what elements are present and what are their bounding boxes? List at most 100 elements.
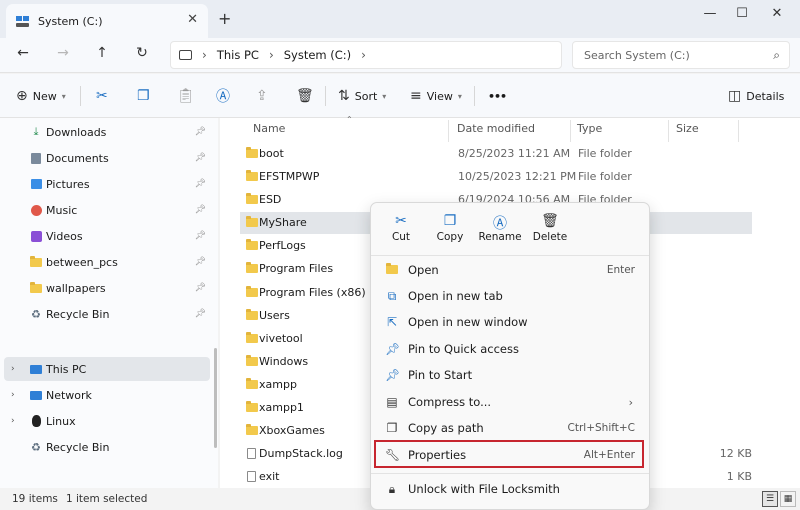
sidebar-item-label: Documents [46, 151, 109, 165]
more-options-button[interactable]: ••• [488, 86, 507, 106]
network-icon [30, 389, 42, 401]
share-icon: ⇪ [256, 88, 268, 104]
title-bar: System (C:) ✕ + — ☐ ✕ [0, 0, 800, 38]
menu-item-open-new-tab[interactable]: ⧉ Open in new tab [375, 283, 645, 309]
tab-system-c[interactable]: System (C:) ✕ [6, 4, 208, 38]
rename-button[interactable]: Ⓐ [216, 86, 230, 106]
cut-button[interactable]: ✂ [96, 86, 108, 106]
quick-action-label: Delete [532, 231, 568, 243]
sidebar-item-linux[interactable]: › Linux [0, 409, 212, 433]
menu-item-open-new-window[interactable]: ⇱ Open in new window [375, 309, 645, 335]
context-rename-button[interactable]: Ⓐ Rename [473, 213, 527, 249]
view-icon: ≡ [410, 88, 422, 104]
sort-label: Sort [354, 89, 378, 103]
open-external-icon: ⇱ [386, 315, 398, 329]
table-row[interactable]: boot 8/25/2023 11:21 AM File folder [240, 143, 752, 165]
refresh-button[interactable]: ↻ [131, 45, 153, 65]
quick-action-label: Cut [391, 231, 411, 243]
breadcrumb-this-pc[interactable]: This PC [217, 48, 259, 62]
search-input[interactable]: Search System (C:) ⌕ [572, 41, 790, 69]
menu-item-compress[interactable]: ▤ Compress to... › [375, 389, 645, 415]
menu-item-label: Unlock with File Locksmith [408, 482, 560, 496]
column-divider[interactable] [448, 120, 449, 142]
sort-button[interactable]: ⇅ Sort ▾ [338, 86, 386, 106]
sidebar-item-recycle-bin-2[interactable]: ♻ Recycle Bin [0, 435, 212, 459]
paste-button[interactable]: 📋︎ [177, 86, 195, 106]
sidebar-item-label: Downloads [46, 125, 107, 139]
sidebar-item-this-pc[interactable]: › This PC [4, 357, 210, 381]
folder-icon [246, 332, 258, 343]
column-divider[interactable] [570, 120, 571, 142]
sidebar-item-wallpapers[interactable]: wallpapers 📌︎ [0, 276, 212, 300]
new-tab-button[interactable]: + [218, 9, 231, 28]
rename-icon: Ⓐ [493, 216, 507, 232]
file-name: MyShare [259, 216, 307, 229]
share-button[interactable]: ⇪ [256, 86, 268, 106]
up-button[interactable]: ↑ [91, 45, 113, 65]
menu-item-label: Pin to Quick access [408, 342, 519, 356]
chevron-right-icon[interactable]: › [11, 390, 15, 400]
breadcrumb-separator-icon[interactable]: › [361, 48, 366, 62]
menu-item-pin-quick-access[interactable]: 📌︎ Pin to Quick access [375, 336, 645, 362]
view-button[interactable]: ≡ View ▾ [410, 86, 462, 106]
close-window-button[interactable]: ✕ [762, 6, 792, 26]
clipboard-icon: 📋︎ [177, 88, 195, 104]
download-icon: ⤓ [33, 125, 39, 138]
details-view-icon[interactable]: ☰ [762, 491, 778, 507]
sidebar-item-pictures[interactable]: Pictures 📌︎ [0, 172, 212, 196]
sidebar-item-music[interactable]: Music 📌︎ [0, 198, 212, 222]
chevron-right-icon[interactable]: › [11, 416, 15, 426]
folder-icon [246, 193, 258, 204]
sidebar-item-downloads[interactable]: ⤓ Downloads 📌︎ [0, 120, 212, 144]
file-name: ESD [259, 193, 282, 206]
back-button[interactable]: ← [12, 45, 34, 65]
copy-icon: ❐ [137, 88, 150, 104]
sidebar-item-network[interactable]: › Network [0, 383, 212, 407]
breadcrumb-system-c[interactable]: System (C:) [284, 48, 351, 62]
delete-button[interactable]: 🗑︎ [296, 86, 314, 106]
maximize-button[interactable]: ☐ [727, 6, 757, 26]
file-name: Windows [259, 355, 309, 368]
copy-path-icon: ❐ [386, 421, 398, 435]
column-divider[interactable] [738, 120, 739, 142]
folder-icon [246, 239, 258, 250]
new-button[interactable]: ⊕ New ▾ [16, 86, 66, 106]
tiles-view-icon[interactable]: ▦ [780, 491, 796, 507]
rename-icon: Ⓐ [216, 89, 230, 105]
sidebar-item-documents[interactable]: Documents 📌︎ [0, 146, 212, 170]
pin-icon: 📌︎ [194, 205, 206, 215]
sidebar-item-recycle-bin[interactable]: ♻ Recycle Bin 📌︎ [0, 302, 212, 326]
details-button[interactable]: ◫ Details [728, 86, 784, 106]
menu-item-pin-start[interactable]: 📌︎ Pin to Start [375, 362, 645, 388]
minimize-button[interactable]: — [695, 6, 725, 26]
copy-icon: ❐ [443, 213, 457, 229]
column-divider[interactable] [668, 120, 669, 142]
tab-close-icon[interactable]: ✕ [187, 12, 198, 27]
column-header-date[interactable]: Date modified [457, 122, 535, 135]
column-header-name[interactable]: Name [253, 122, 285, 135]
copy-button[interactable]: ❐ [137, 86, 150, 106]
sidebar-item-between-pcs[interactable]: between_pcs 📌︎ [0, 250, 212, 274]
context-copy-button[interactable]: ❐ Copy [423, 213, 477, 249]
menu-item-open[interactable]: Open Enter [375, 257, 645, 283]
forward-button[interactable]: → [52, 45, 74, 65]
context-delete-button[interactable]: 🗑︎ Delete [523, 213, 577, 249]
sidebar-scrollbar[interactable] [214, 348, 217, 448]
selection-count: 1 item selected [66, 493, 148, 505]
menu-item-copy-as-path[interactable]: ❐ Copy as path Ctrl+Shift+C [375, 415, 645, 441]
pictures-icon [30, 178, 42, 190]
chevron-right-icon[interactable]: › [11, 364, 15, 374]
videos-icon [30, 230, 42, 242]
sidebar-item-videos[interactable]: Videos 📌︎ [0, 224, 212, 248]
menu-item-unlock-locksmith[interactable]: 🔒︎ Unlock with File Locksmith [375, 476, 645, 502]
context-cut-button[interactable]: ✂ Cut [374, 213, 428, 249]
address-bar[interactable]: › This PC › System (C:) › [170, 41, 562, 69]
folder-icon [246, 309, 258, 320]
menu-item-label: Pin to Start [408, 368, 473, 382]
properties-highlight-box [374, 440, 644, 468]
monitor-icon [179, 50, 192, 60]
column-header-size[interactable]: Size [676, 122, 699, 135]
table-row[interactable]: EFSTMPWP 10/25/2023 12:21 PM File folder [240, 166, 752, 188]
file-name: boot [259, 147, 284, 160]
column-header-type[interactable]: Type [577, 122, 602, 135]
